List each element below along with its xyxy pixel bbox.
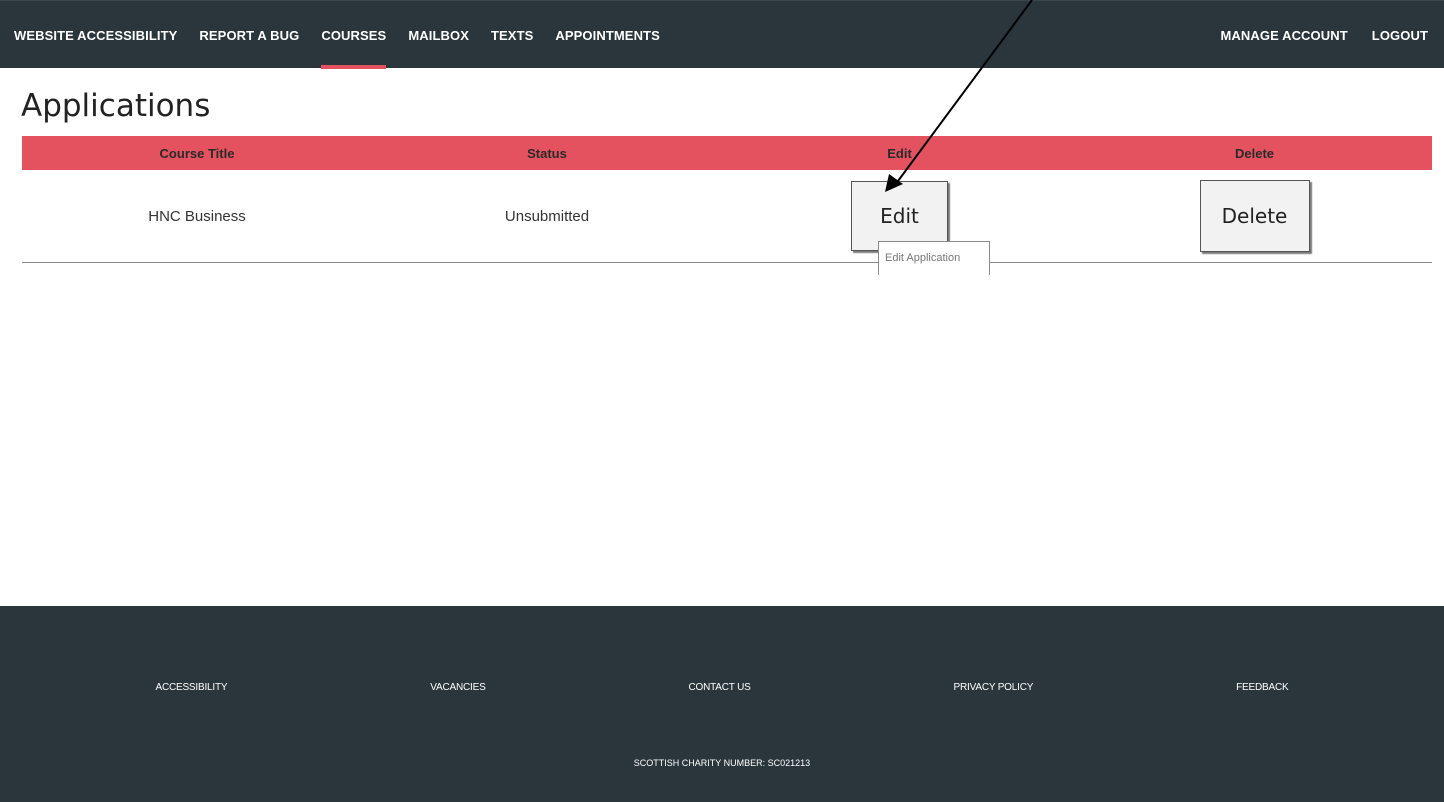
header-course-title: Course Title [22,136,372,170]
delete-button[interactable]: Delete [1199,180,1310,252]
charity-number: SCOTTISH CHARITY NUMBER: SC021213 [633,758,811,768]
nav-manage-account[interactable]: MANAGE ACCOUNT [1220,1,1347,69]
edit-tooltip: Edit Application [878,241,990,275]
course-title-cell: HNC Business [22,170,372,263]
header-delete: Delete [1077,136,1432,170]
table-row: HNC Business Unsubmitted Edit Delete [22,170,1432,263]
footer-link-accessibility[interactable]: ACCESSIBILITY [155,682,227,693]
nav-left-group: WEBSITE ACCESSIBILITY REPORT A BUG COURS… [14,1,682,69]
nav-appointments[interactable]: APPOINTMENTS [555,1,659,69]
footer-link-feedback[interactable]: FEEDBACK [1236,682,1289,693]
page-title: Applications [21,88,211,124]
status-cell: Unsubmitted [372,170,722,263]
nav-website-accessibility[interactable]: WEBSITE ACCESSIBILITY [14,1,177,69]
top-nav: WEBSITE ACCESSIBILITY REPORT A BUG COURS… [0,0,1444,69]
nav-logout[interactable]: LOGOUT [1372,1,1428,69]
header-edit: Edit [722,136,1077,170]
nav-courses[interactable]: COURSES [321,1,387,69]
page: WEBSITE ACCESSIBILITY REPORT A BUG COURS… [0,0,1444,802]
delete-cell: Delete [1077,170,1432,263]
nav-report-a-bug[interactable]: REPORT A BUG [199,1,299,69]
footer-link-vacancies[interactable]: VACANCIES [430,682,485,693]
footer-links: ACCESSIBILITY VACANCIES CONTACT US PRIVA… [0,682,1444,693]
nav-right-group: MANAGE ACCOUNT LOGOUT [1196,1,1428,69]
footer: ACCESSIBILITY VACANCIES CONTACT US PRIVA… [0,606,1444,802]
footer-link-contact-us[interactable]: CONTACT US [689,682,751,693]
nav-texts[interactable]: TEXTS [491,1,533,69]
header-status: Status [372,136,722,170]
footer-link-privacy-policy[interactable]: PRIVACY POLICY [954,682,1034,693]
applications-table: Course Title Status Edit Delete HNC Busi… [22,136,1432,263]
nav-mailbox[interactable]: MAILBOX [408,1,469,69]
table-header-row: Course Title Status Edit Delete [22,136,1432,170]
